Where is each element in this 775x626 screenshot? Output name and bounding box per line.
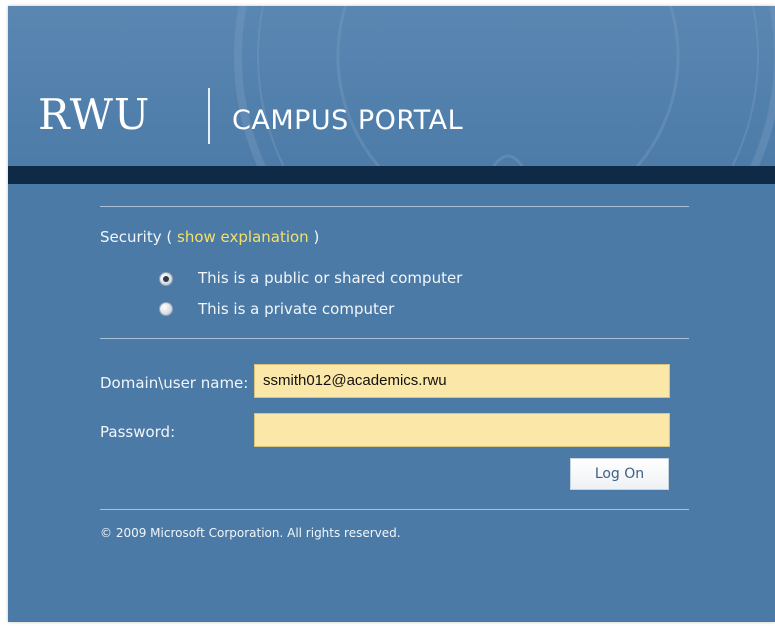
login-panel: RWU CAMPUS PORTAL Security ( show explan… — [8, 6, 775, 622]
logo-divider — [208, 88, 210, 144]
page-frame: RWU CAMPUS PORTAL Security ( show explan… — [8, 0, 775, 626]
logo-subtitle: CAMPUS PORTAL — [232, 105, 464, 136]
portal-header: RWU CAMPUS PORTAL — [8, 6, 775, 166]
security-label-close: ) — [313, 228, 320, 246]
radio-selected-dot — [163, 276, 169, 282]
copyright-footer: © 2009 Microsoft Corporation. All rights… — [100, 526, 401, 540]
password-label: Password: — [100, 423, 176, 441]
header-band — [8, 166, 775, 184]
logo-wordmark: RWU — [38, 90, 151, 139]
password-input[interactable] — [254, 413, 670, 447]
public-computer-label[interactable]: This is a public or shared computer — [198, 269, 462, 287]
university-seal-watermark — [234, 6, 775, 166]
divider-top — [100, 206, 689, 207]
log-on-button[interactable]: Log On — [570, 458, 669, 490]
security-label-row: Security ( show explanation ) — [100, 228, 319, 246]
private-computer-label[interactable]: This is a private computer — [198, 300, 394, 318]
public-computer-radio[interactable] — [160, 273, 172, 285]
security-label: Security ( — [100, 228, 173, 246]
show-explanation-link[interactable]: show explanation — [177, 228, 309, 246]
username-input[interactable]: ssmith012@academics.rwu — [254, 364, 670, 398]
divider-bottom — [100, 509, 689, 510]
divider-middle — [100, 338, 689, 339]
private-computer-radio[interactable] — [160, 303, 172, 315]
username-label: Domain\user name: — [100, 374, 249, 392]
